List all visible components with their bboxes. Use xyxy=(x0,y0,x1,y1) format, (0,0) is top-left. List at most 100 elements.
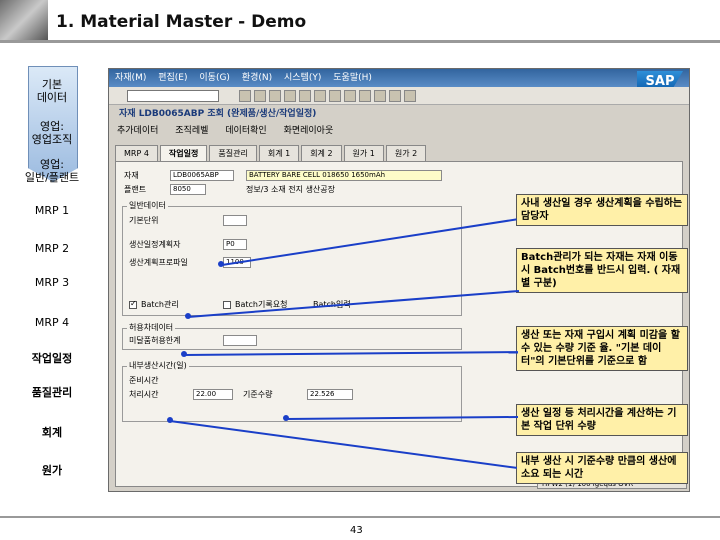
prev-page-icon[interactable] xyxy=(344,90,356,102)
menu-item[interactable]: 시스템(Y) xyxy=(284,73,321,83)
nav-label: 원가 xyxy=(41,464,63,477)
menu-item[interactable]: 도움말(H) xyxy=(333,73,372,83)
callout-processing-time: 내부 생산 시 기준수량 만큼의 생산에 소요 되는 시간 xyxy=(516,452,688,484)
batch-management-checkbox[interactable] xyxy=(129,299,137,309)
pointer-dot xyxy=(185,313,191,319)
sap-tabstrip: MRP 4 작업일정 품질관리 회계 1 회계 2 원가 1 원가 2 xyxy=(115,145,427,161)
process-nav: 기본 데이터 영업: 영업조직 영업: 일반/플랜트 MRP 1 MRP 2 M… xyxy=(0,66,104,500)
help-icon[interactable] xyxy=(404,90,416,102)
callout-scheduler: 사내 생산일 경우 생산계획을 수립하는 담당자 xyxy=(516,194,688,226)
back-icon[interactable] xyxy=(254,90,266,102)
sap-screen-title: 자재 LDB0065ABP 조회 (완제품/생산/작업일정) xyxy=(119,109,317,119)
nav-label: MRP 4 xyxy=(34,316,70,329)
nav-sales-general[interactable]: 영업: 일반/플랜트 xyxy=(0,158,104,184)
tab-costing1[interactable]: 원가 1 xyxy=(343,145,384,161)
group-header: 일반데이터 xyxy=(127,200,168,211)
last-page-icon[interactable] xyxy=(374,90,386,102)
footer-divider xyxy=(0,516,720,518)
tab-mrp4[interactable]: MRP 4 xyxy=(115,145,158,161)
group-header: 허용차데이터 xyxy=(127,322,176,333)
find-icon[interactable] xyxy=(314,90,326,102)
tolerance-group: 허용차데이터 미달품허용한계 xyxy=(122,322,462,350)
callout-tolerance: 생산 또는 자재 구입시 계획 미감을 할 수 있는 수량 기준 율. "기본 … xyxy=(516,326,688,371)
pointer-dot xyxy=(181,351,187,357)
nav-label: 기본 데이터 xyxy=(36,78,68,104)
tab-accounting2[interactable]: 회계 2 xyxy=(301,145,342,161)
plant-field[interactable]: 8050 xyxy=(170,184,206,195)
nav-quality[interactable]: 품질관리 xyxy=(0,386,104,399)
header-divider xyxy=(0,40,720,43)
menu-item[interactable]: 편집(E) xyxy=(158,73,187,83)
command-field[interactable] xyxy=(127,90,219,102)
pointer-dot xyxy=(218,261,224,267)
sap-system-toolbar xyxy=(109,87,689,105)
nav-label: MRP 3 xyxy=(34,276,70,289)
tab-quality[interactable]: 품질관리 xyxy=(209,145,257,161)
nav-label: 작업일정 xyxy=(31,352,73,365)
first-page-icon[interactable] xyxy=(329,90,341,102)
prod-scheduler-label: 생산일정계획자 xyxy=(129,240,181,249)
callout-batch: Batch관리가 되는 자재는 자재 이동 시 Batch번호를 반드시 입력.… xyxy=(516,248,688,293)
new-session-icon[interactable] xyxy=(389,90,401,102)
group-header: 내부생산시간(일) xyxy=(127,360,189,371)
material-field[interactable]: LDB0065ABP xyxy=(170,170,234,181)
processing-time-label: 처리시간 xyxy=(129,390,159,399)
nav-label: 품질관리 xyxy=(31,386,73,399)
nav-mrp2[interactable]: MRP 2 xyxy=(0,242,104,255)
tolerance-field[interactable] xyxy=(223,335,257,346)
nav-mrp4[interactable]: MRP 4 xyxy=(0,316,104,329)
exit-icon[interactable] xyxy=(269,90,281,102)
callout-base-qty: 생산 일정 등 처리시간을 계산하는 기본 작업 단위 수량 xyxy=(516,404,688,436)
tab-work-scheduling[interactable]: 작업일정 xyxy=(159,145,208,161)
additional-data-button[interactable]: 추가데이터 xyxy=(117,126,158,136)
next-page-icon[interactable] xyxy=(359,90,371,102)
nav-work-scheduling[interactable]: 작업일정 xyxy=(0,352,104,365)
pointer-dot xyxy=(283,415,289,421)
setup-time-field[interactable]: 22.00 xyxy=(193,389,233,400)
batch-management-label: Batch관리 xyxy=(141,300,179,309)
nav-mrp1[interactable]: MRP 1 xyxy=(0,204,104,217)
material-label: 자재 xyxy=(124,171,139,180)
nav-sales-org[interactable]: 영업: 영업조직 xyxy=(0,120,104,146)
toolbar-icons xyxy=(239,90,416,102)
tab-costing2[interactable]: 원가 2 xyxy=(385,145,427,161)
nav-accounting[interactable]: 회계 xyxy=(0,426,104,439)
nav-label: 영업: 영업조직 xyxy=(31,120,73,146)
sap-menubar: 자재(M) 편집(E) 이동(G) 환경(N) 시스템(Y) 도움말(H) xyxy=(109,69,689,87)
nav-label: MRP 2 xyxy=(34,242,70,255)
org-levels-button[interactable]: 조직레벨 xyxy=(175,126,208,136)
pointer-dot xyxy=(167,417,173,423)
nav-label: 영업: 일반/플랜트 xyxy=(24,158,80,184)
plant-label: 플랜트 xyxy=(124,185,147,194)
prod-profile-label: 생산계획프로파일 xyxy=(129,258,188,267)
cancel-icon[interactable] xyxy=(284,90,296,102)
menu-item[interactable]: 환경(N) xyxy=(242,73,272,83)
base-unit-label: 기본단위 xyxy=(129,216,159,225)
setup-time-label: 준비시간 xyxy=(129,376,159,385)
base-qty-label: 기준수량 xyxy=(243,390,273,399)
page-number: 43 xyxy=(350,525,363,536)
batch-record-checkbox[interactable] xyxy=(223,301,231,309)
nav-label: MRP 1 xyxy=(34,204,70,217)
tolerance-label: 미달품허용한계 xyxy=(129,336,181,345)
nav-mrp3[interactable]: MRP 3 xyxy=(0,276,104,289)
nav-label: 회계 xyxy=(41,426,63,439)
inhouse-time-group: 내부생산시간(일) 준비시간 처리시간 22.00 기준수량 22.526 xyxy=(122,360,462,422)
check-data-button[interactable]: 데이터확인 xyxy=(225,126,266,136)
prod-scheduler-field[interactable]: P0 xyxy=(223,239,247,250)
nav-costing[interactable]: 원가 xyxy=(0,464,104,477)
header-logo xyxy=(0,0,48,40)
sap-app-toolbar: 추가데이터 조직레벨 데이터확인 화면레이아웃 xyxy=(109,123,689,139)
nav-basic-data[interactable]: 기본 데이터 xyxy=(0,78,104,104)
save-icon[interactable] xyxy=(239,90,251,102)
material-desc-field: BATTERY BARE CELL 018650 1650mAh xyxy=(246,170,442,181)
plant-desc: 정보/3 소재 전지 생산공장 xyxy=(246,185,336,194)
base-unit-field[interactable] xyxy=(223,215,247,226)
print-icon[interactable] xyxy=(299,90,311,102)
menu-item[interactable]: 자재(M) xyxy=(115,73,146,83)
menu-item[interactable]: 이동(G) xyxy=(199,73,230,83)
tab-accounting1[interactable]: 회계 1 xyxy=(258,145,300,161)
screen-layout-button[interactable]: 화면레이아웃 xyxy=(284,126,334,136)
base-qty-field[interactable]: 22.526 xyxy=(307,389,353,400)
page-title: 1. Material Master - Demo xyxy=(56,12,307,32)
